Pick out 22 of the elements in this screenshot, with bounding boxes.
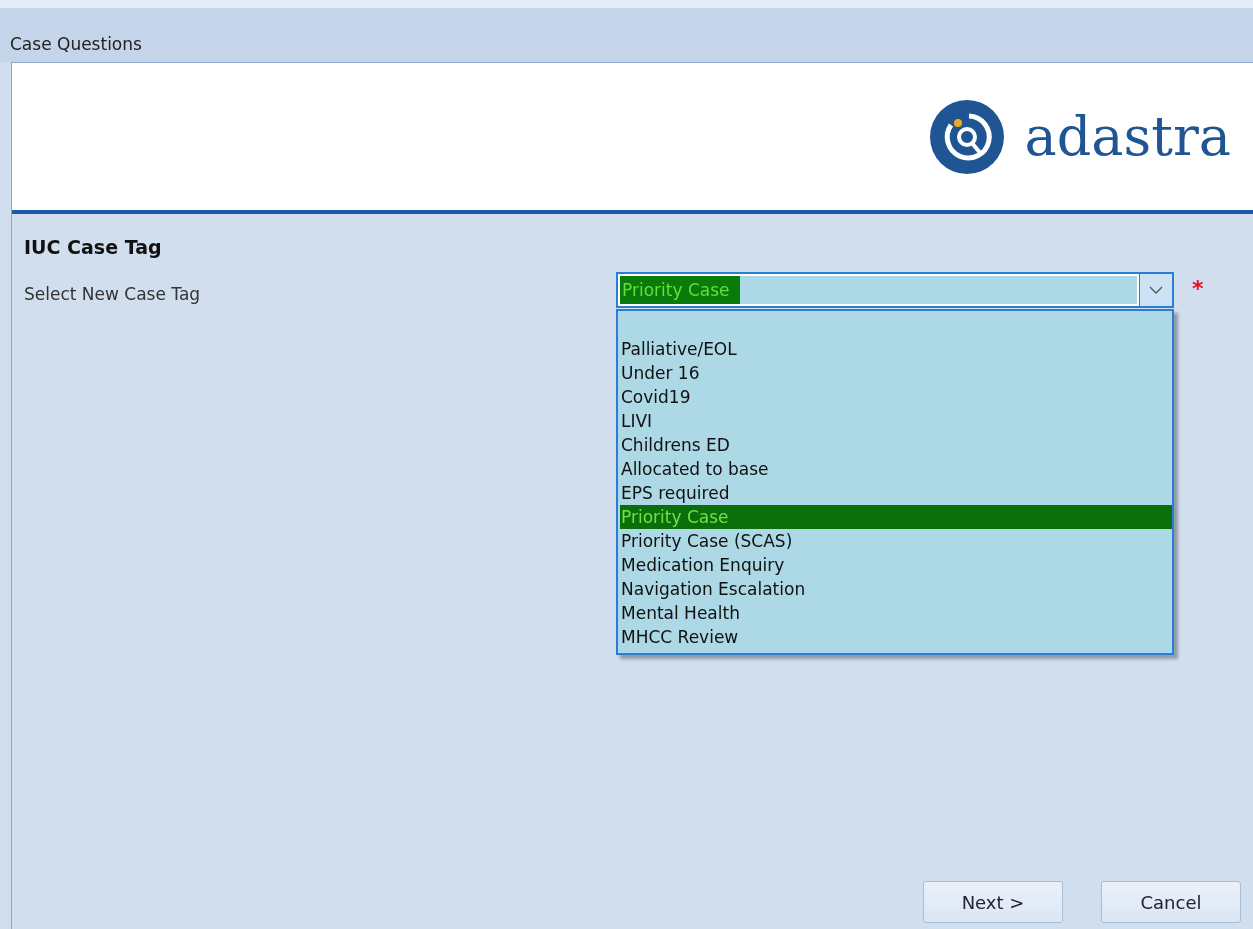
dropdown-option[interactable]: Priority Case (SCAS) <box>620 529 1172 553</box>
dropdown-option[interactable]: MHCC Review <box>620 625 1172 649</box>
dropdown-option[interactable]: LIVI <box>620 409 1172 433</box>
dropdown-option[interactable]: Medication Enquiry <box>620 553 1172 577</box>
chevron-down-icon <box>1149 286 1163 294</box>
window-title: Case Questions <box>10 34 142 54</box>
dropdown-option[interactable]: EPS required <box>620 481 1172 505</box>
logo-text: adastra <box>1024 105 1231 168</box>
dropdown-option[interactable]: Childrens ED <box>620 433 1172 457</box>
logo-icon <box>928 98 1005 175</box>
dropdown-option[interactable]: Palliative/EOL <box>620 337 1172 361</box>
section-title: IUC Case Tag <box>24 236 163 258</box>
cancel-button[interactable]: Cancel <box>1101 881 1241 923</box>
dropdown-option[interactable]: Mental Health <box>620 601 1172 625</box>
next-button[interactable]: Next > <box>923 881 1063 923</box>
dropdown-option[interactable]: Allocated to base <box>620 457 1172 481</box>
required-mark: * <box>1192 276 1204 301</box>
dropdown-option[interactable]: Navigation Escalation <box>620 577 1172 601</box>
dropdown-option[interactable]: Under 16 <box>620 361 1172 385</box>
field-label: Select New Case Tag <box>24 284 202 304</box>
dropdown-option[interactable]: Covid19 <box>620 385 1172 409</box>
dropdown-option[interactable]: Priority Case <box>620 505 1172 529</box>
